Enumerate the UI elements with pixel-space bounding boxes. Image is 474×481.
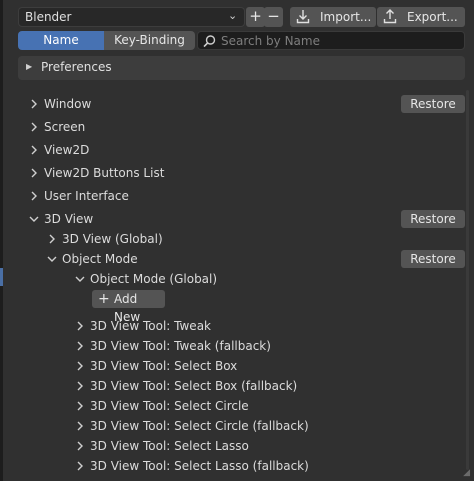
tree-item-tool[interactable]: 3D View Tool: Tweak: [0, 316, 464, 336]
tree-item-label: 3D View Tool: Select Lasso: [90, 439, 249, 453]
tree-item-view2d[interactable]: View2D: [0, 140, 474, 160]
tab-filter-by-name[interactable]: Name: [18, 31, 104, 50]
tree-item-label: 3D View: [44, 212, 94, 226]
chevron-right-icon: [77, 361, 83, 371]
chevron-right-icon: [31, 145, 37, 155]
plus-icon: +: [249, 7, 262, 25]
tree-item-label: User Interface: [44, 189, 129, 203]
preferences-panel-header[interactable]: ▶ Preferences: [18, 56, 465, 80]
restore-button-object-mode[interactable]: Restore: [401, 250, 465, 268]
plus-icon: +: [98, 291, 110, 307]
tree-item-label: View2D Buttons List: [44, 166, 165, 180]
tree-item-view2d-buttons-list[interactable]: View2D Buttons List: [0, 163, 474, 183]
tree-item-label: 3D View Tool: Select Box: [90, 359, 238, 373]
export-label: Export...: [407, 10, 458, 24]
remove-preset-button[interactable]: −: [264, 7, 283, 27]
minus-icon: −: [267, 7, 280, 25]
chevron-down-icon: ⌄: [228, 9, 238, 22]
chevron-right-icon: [77, 461, 83, 471]
tree-item-tool[interactable]: 3D View Tool: Select Circle: [0, 396, 464, 416]
chevron-right-icon: [49, 234, 55, 244]
restore-button-window[interactable]: Restore: [401, 95, 465, 113]
chevron-down-icon: [47, 256, 57, 262]
tree-item-label: 3D View Tool: Select Box (fallback): [90, 379, 298, 393]
tree-item-screen[interactable]: Screen: [0, 117, 474, 137]
keymap-preset-dropdown[interactable]: Blender ⌄: [18, 7, 245, 27]
tree-item-label: Object Mode: [62, 252, 138, 266]
preferences-label: Preferences: [41, 60, 112, 74]
chevron-right-icon: [31, 191, 37, 201]
tree-item-tool[interactable]: 3D View Tool: Tweak (fallback): [0, 336, 464, 356]
tree-item-3d-view-global[interactable]: 3D View (Global): [0, 229, 474, 249]
search-icon: [203, 35, 216, 48]
tree-item-label: Screen: [44, 120, 86, 134]
search-placeholder: Search by Name: [221, 34, 320, 48]
tree-item-tool[interactable]: 3D View Tool: Select Box (fallback): [0, 376, 464, 396]
export-button[interactable]: Export...: [377, 7, 465, 27]
tree-item-label: Object Mode (Global): [90, 272, 218, 286]
tree-item-label: View2D: [44, 143, 90, 157]
chevron-right-icon: [77, 441, 83, 451]
tree-item-label: 3D View Tool: Tweak (fallback): [90, 339, 271, 353]
chevron-down-icon: [75, 276, 85, 282]
chevron-down-icon: [29, 216, 39, 222]
tree-item-object-mode-global[interactable]: Object Mode (Global): [0, 269, 474, 289]
chevron-right-icon: [77, 321, 83, 331]
tree-item-label: 3D View Tool: Tweak: [90, 319, 211, 333]
chevron-right-icon: [31, 168, 37, 178]
restore-button-3d-view[interactable]: Restore: [401, 210, 465, 228]
export-icon: [383, 9, 397, 24]
import-icon: [296, 10, 310, 24]
chevron-right-icon: [31, 99, 37, 109]
import-label: Import...: [320, 10, 372, 24]
tree-item-tool[interactable]: 3D View Tool: Select Circle (fallback): [0, 416, 464, 436]
add-preset-button[interactable]: +: [246, 7, 265, 27]
tree-item-tool[interactable]: 3D View Tool: Select Lasso: [0, 436, 464, 456]
add-new-keymap-item-button[interactable]: + Add New: [92, 290, 165, 324]
chevron-right-icon: [77, 401, 83, 411]
search-input[interactable]: Search by Name: [197, 31, 465, 50]
keymap-preset-value: Blender: [25, 10, 72, 24]
tab-filter-by-keybinding[interactable]: Key-Binding: [104, 31, 195, 50]
tree-item-tool[interactable]: 3D View Tool: Select Lasso (fallback): [0, 456, 464, 476]
tree-item-label: 3D View Tool: Select Circle (fallback): [90, 419, 309, 433]
resize-grip-icon[interactable]: ◢: [463, 469, 470, 478]
tree-item-label: 3D View (Global): [62, 232, 163, 246]
chevron-right-icon: [31, 122, 37, 132]
chevron-right-icon: [77, 341, 83, 351]
tree-item-label: Window: [44, 97, 92, 111]
vertical-scrollbar[interactable]: [466, 90, 469, 470]
tree-item-label: 3D View Tool: Select Lasso (fallback): [90, 459, 309, 473]
tree-item-tool[interactable]: 3D View Tool: Select Box: [0, 356, 464, 376]
chevron-right-icon: [77, 421, 83, 431]
tree-item-label: 3D View Tool: Select Circle: [90, 399, 249, 413]
tree-item-user-interface[interactable]: User Interface: [0, 186, 474, 206]
disclosure-triangle-icon: ▶: [26, 62, 33, 71]
import-button[interactable]: Import...: [290, 7, 376, 27]
chevron-right-icon: [77, 381, 83, 391]
